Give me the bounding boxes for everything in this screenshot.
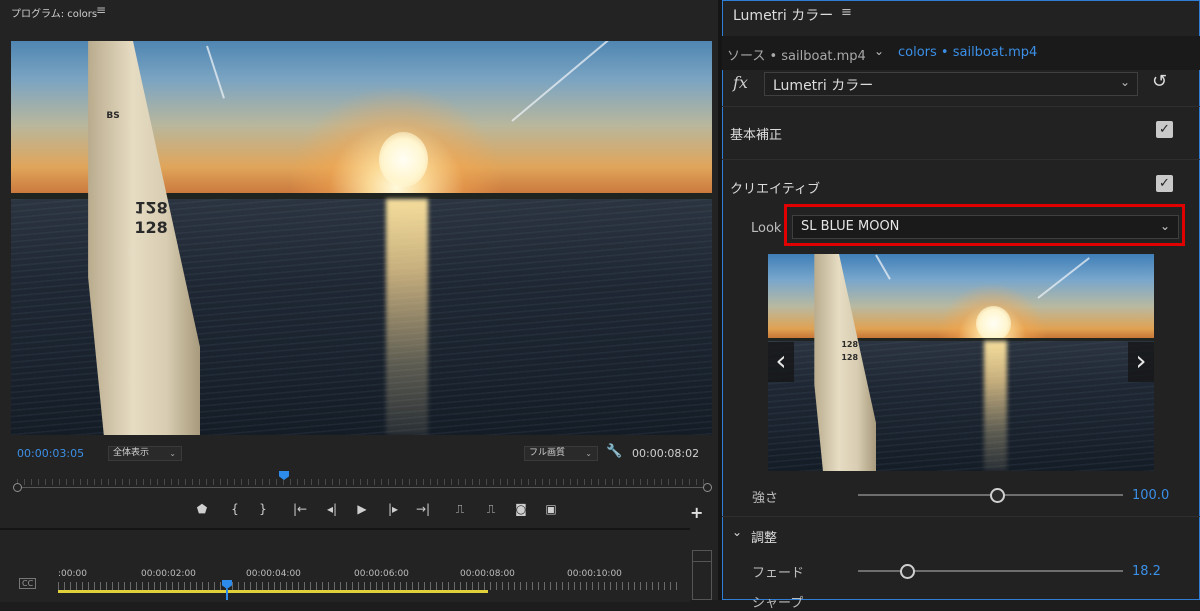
timeline-ruler[interactable] [58,582,678,590]
section-basic-correction[interactable]: 基本補正 [730,124,782,143]
timeline-playhead-line [226,589,228,600]
playback-quality-value: フル画質 [529,448,566,458]
basic-correction-checkbox[interactable]: ✓ [1156,121,1173,138]
lift-icon[interactable]: ⎍ [448,499,472,519]
settings-wrench-icon[interactable]: 🔧 [606,444,622,459]
panel-menu-icon[interactable]: ≡ [841,5,852,20]
creative-checkbox[interactable]: ✓ [1156,175,1173,192]
ruler-end-handle[interactable] [703,483,712,492]
intensity-label: 強さ [752,491,779,506]
sequence-clip-tab[interactable]: colors • sailboat.mp4 [898,45,1037,60]
captions-track-button[interactable]: CC [19,578,37,589]
sunset-sailboat-scene: BS 128 128 [11,41,712,435]
timeline-time-label: 00:00:04:00 [246,569,301,579]
next-look-button[interactable]: › [1128,342,1154,382]
sharpen-label: シャープ [752,596,804,611]
chevron-down-icon[interactable]: ⌄ [874,44,884,58]
look-preview-thumbnail[interactable]: 128 128 [768,254,1154,471]
fade-label: フェード [752,566,805,581]
timeline-time-label: :00:00 [58,569,87,579]
zoom-level-value: 全体表示 [113,448,150,458]
current-timecode[interactable]: 00:00:03:05 [17,447,84,460]
duration-timecode: 00:00:08:02 [632,447,700,460]
panel-menu-icon[interactable]: ≡ [96,3,106,17]
chevron-down-icon[interactable]: ⌄ [732,525,742,539]
comparison-view-icon[interactable]: ▣ [539,499,563,519]
step-forward-icon[interactable]: |▸ [381,499,405,519]
play-icon[interactable]: ▶ [350,499,374,519]
section-adjust[interactable]: 調整 [751,527,777,546]
playback-quality-select[interactable]: フル画質 ⌄ [524,446,598,461]
source-clip-tab[interactable]: ソース • sailboat.mp4 [727,45,866,64]
look-label: Look [751,221,782,236]
lumetri-panel-title[interactable]: Lumetri カラー [733,5,833,25]
marker-icon[interactable]: ⬟ [190,499,214,519]
intensity-value[interactable]: 100.0 [1132,488,1169,503]
extract-icon[interactable]: ⎍ [479,499,503,519]
monitor-time-ruler[interactable] [13,472,712,492]
chevron-down-icon: ⌄ [1120,75,1131,89]
timeline-time-label: 00:00:06:00 [354,569,409,579]
sun [379,131,429,187]
chevron-down-icon: ⌄ [1160,219,1171,233]
program-video-frame[interactable]: BS 128 128 [11,41,712,435]
timeline-time-label: 00:00:08:00 [460,569,515,579]
chevron-down-icon: ⌄ [585,449,592,458]
chevron-down-icon: ⌄ [169,449,176,458]
export-frame-icon[interactable]: ◙ [509,499,533,519]
effect-select-value: Lumetri カラー [773,78,874,94]
timeline-time-label: 00:00:02:00 [141,569,196,579]
go-to-out-icon[interactable]: →| [411,499,435,519]
intensity-slider-thumb[interactable] [989,488,1005,503]
reset-icon[interactable]: ↺ [1152,71,1167,92]
mark-out-icon[interactable]: } [251,499,275,519]
look-select-value: SL BLUE MOON [801,219,900,234]
section-creative[interactable]: クリエイティブ [730,178,820,197]
transport-controls: ⬟ {} |← ◂| ▶ |▸ →| ⎍ ⎍ ◙ ▣ [190,499,570,519]
fade-slider[interactable] [858,570,1123,572]
work-area-bar[interactable] [58,590,488,593]
mark-in-icon[interactable]: { [223,499,247,519]
timeline-time-label: 00:00:10:00 [567,569,622,579]
step-back-icon[interactable]: ◂| [320,499,344,519]
fx-icon[interactable]: fx [733,73,748,92]
previous-look-button[interactable]: ‹ [768,342,794,382]
ruler-start-handle[interactable] [13,483,22,492]
fade-value[interactable]: 18.2 [1132,564,1161,579]
add-button[interactable]: + [690,503,703,522]
go-to-in-icon[interactable]: |← [288,499,312,519]
program-monitor-title[interactable]: プログラム: colors [11,5,97,20]
zoom-level-select[interactable]: 全体表示 ⌄ [108,446,182,461]
audio-meter [692,550,712,600]
